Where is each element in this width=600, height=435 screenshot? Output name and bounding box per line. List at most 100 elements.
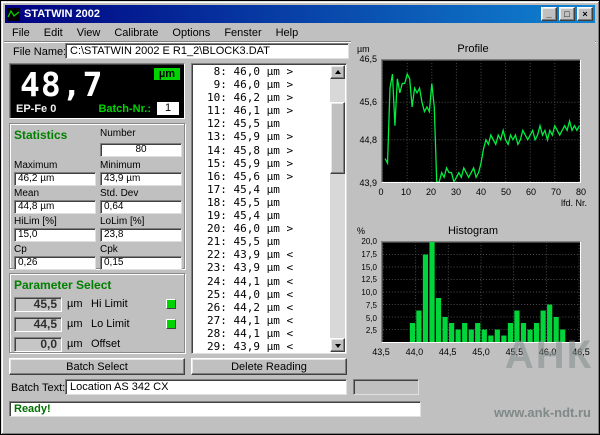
app-icon <box>7 8 20 21</box>
histogram-x-tick: 45,5 <box>502 347 526 357</box>
reading-row[interactable]: 18: 45,5 µm <box>207 196 330 209</box>
reading-row[interactable]: 17: 45,4 µm <box>207 183 330 196</box>
profile-x-title: lfd. Nr. <box>561 198 587 208</box>
statistics-title: Statistics <box>14 128 96 142</box>
stat-value: 0,64 <box>100 200 182 214</box>
histogram-x-axis: 43,544,044,545,045,546,046,5 <box>381 347 581 357</box>
reading-row[interactable]: 22: 43,9 µm < <box>207 248 330 261</box>
reading-row[interactable]: 9: 46,0 µm > <box>207 78 330 91</box>
arrow-down-icon <box>335 344 341 348</box>
reading-row[interactable]: 11: 46,1 µm > <box>207 104 330 117</box>
menu-item-options[interactable]: Options <box>165 25 217 41</box>
reading-row[interactable]: 20: 46,0 µm > <box>207 222 330 235</box>
hi-limit-unit: µm <box>67 298 87 310</box>
stat-value: 0,26 <box>14 256 96 270</box>
stat-label: LoLim [%] <box>100 216 182 227</box>
stat-value: 0,15 <box>100 256 182 270</box>
histogram-plot-area <box>381 241 581 343</box>
profile-x-tick: 0 <box>373 187 389 197</box>
reading-row[interactable]: 19: 45,4 µm <box>207 209 330 222</box>
reading-row[interactable]: 25: 44,0 µm < <box>207 288 330 301</box>
profile-x-tick: 70 <box>548 187 564 197</box>
reading-row[interactable]: 10: 46,2 µm > <box>207 91 330 104</box>
histogram-y-tick: 5,0 <box>366 314 377 323</box>
histogram-y-tick: 10,0 <box>361 288 377 297</box>
menu-item-file[interactable]: File <box>5 25 37 41</box>
histogram-x-tick: 45,0 <box>469 347 493 357</box>
reading-row[interactable]: 27: 44,1 µm < <box>207 314 330 327</box>
stat-label: Maximum <box>14 160 96 171</box>
delete-reading-button[interactable]: Delete Reading <box>191 358 347 375</box>
stat-value: 23,8 <box>100 228 182 242</box>
menu-item-edit[interactable]: Edit <box>37 25 70 41</box>
offset-label: Offset <box>91 338 120 350</box>
stat-value: 44,8 µm <box>14 200 96 214</box>
batch-select-button[interactable]: Batch Select <box>9 358 185 375</box>
histogram-bars <box>382 242 580 342</box>
menu-item-fenster[interactable]: Fenster <box>217 25 268 41</box>
profile-x-tick: 50 <box>498 187 514 197</box>
profile-x-tick: 40 <box>473 187 489 197</box>
profile-trace <box>382 60 580 182</box>
reading-row[interactable]: 24: 44,1 µm < <box>207 275 330 288</box>
scrollbar-up-button[interactable] <box>330 65 345 79</box>
file-name-input[interactable]: C:\STATWIN 2002 E R1_2\BLOCK3.DAT <box>65 43 349 59</box>
reading-row[interactable]: 16: 45,6 µm > <box>207 170 330 183</box>
title-bar[interactable]: STATWIN 2002 _ □ × <box>5 5 595 23</box>
readings-list[interactable]: 8: 46,0 µm > 9: 46,0 µm >10: 46,2 µm >11… <box>191 63 347 354</box>
histogram-x-tick: 46,5 <box>569 347 593 357</box>
hi-limit-led[interactable] <box>166 299 176 309</box>
stat-label: Mean <box>14 188 96 199</box>
stat-value: 46,2 µm <box>14 172 96 186</box>
reading-row[interactable]: 21: 45,5 µm <box>207 235 330 248</box>
stat-label: Minimum <box>100 160 182 171</box>
scrollbar-thumb[interactable] <box>330 102 345 174</box>
menu-item-calibrate[interactable]: Calibrate <box>107 25 165 41</box>
parameter-row-hi-limit: 45,5 µm Hi Limit <box>14 294 180 314</box>
reading-row[interactable]: 26: 44,2 µm < <box>207 301 330 314</box>
parameter-select-panel: Parameter Select 45,5µmHi Limit44,5µmLo … <box>9 273 185 353</box>
reading-row[interactable]: 23: 43,9 µm < <box>207 261 330 274</box>
file-name-label: File Name: <box>13 46 66 58</box>
menu-item-help[interactable]: Help <box>269 25 306 41</box>
histogram-x-tick: 44,5 <box>436 347 460 357</box>
number-value: 80 <box>100 143 182 157</box>
profile-y-tick: 45,6 <box>359 98 377 107</box>
offset-value[interactable]: 0,0 <box>14 337 62 352</box>
statistics-row: MeanStd. Dev44,8 µm0,64 <box>14 188 180 214</box>
hi-limit-label: Hi Limit <box>91 298 128 310</box>
reading-row[interactable]: 14: 45,8 µm > <box>207 144 330 157</box>
scrollbar-down-button[interactable] <box>330 338 345 352</box>
stat-label: HiLim [%] <box>14 216 96 227</box>
reading-row[interactable]: 28: 44,1 µm < <box>207 327 330 340</box>
batch-text-input[interactable]: Location AS 342 CX <box>65 379 347 395</box>
histogram-x-tick: 44,0 <box>402 347 426 357</box>
hi-limit-value[interactable]: 45,5 <box>14 297 62 312</box>
minimize-button[interactable]: _ <box>541 7 557 21</box>
menu-item-view[interactable]: View <box>70 25 108 41</box>
profile-x-tick: 10 <box>398 187 414 197</box>
reading-row[interactable]: 29: 43,9 µm < <box>207 340 330 352</box>
histogram-chart: % Histogram 20,017,515,012,510,07,55,02,… <box>351 223 595 373</box>
statistics-panel: Statistics Number 80 MaximumMinimum46,2 … <box>9 123 185 269</box>
window-title: STATWIN 2002 <box>24 8 539 20</box>
statwin-window: STATWIN 2002 _ □ × FileEditViewCalibrate… <box>0 0 600 435</box>
histogram-y-tick: 15,0 <box>361 263 377 272</box>
profile-y-tick: 46,5 <box>359 55 377 64</box>
batch-extra-panel <box>353 379 419 395</box>
reading-row[interactable]: 15: 45,9 µm > <box>207 157 330 170</box>
reading-row[interactable]: 13: 45,9 µm > <box>207 130 330 143</box>
reading-row[interactable]: 12: 45,5 µm <box>207 117 330 130</box>
statistics-row: CpCpk0,260,15 <box>14 244 180 270</box>
lo-limit-led[interactable] <box>166 319 176 329</box>
stat-value: 43,9 µm <box>100 172 182 186</box>
profile-x-tick: 30 <box>448 187 464 197</box>
batch-number-label: Batch-Nr.: <box>98 103 151 115</box>
maximize-button[interactable]: □ <box>559 7 575 21</box>
reading-row[interactable]: 8: 46,0 µm > <box>207 65 330 78</box>
close-button[interactable]: × <box>577 7 593 21</box>
lo-limit-value[interactable]: 44,5 <box>14 317 62 332</box>
histogram-y-tick: 17,5 <box>361 250 377 259</box>
readings-scrollbar[interactable] <box>330 65 345 352</box>
stat-label: Cp <box>14 244 96 255</box>
